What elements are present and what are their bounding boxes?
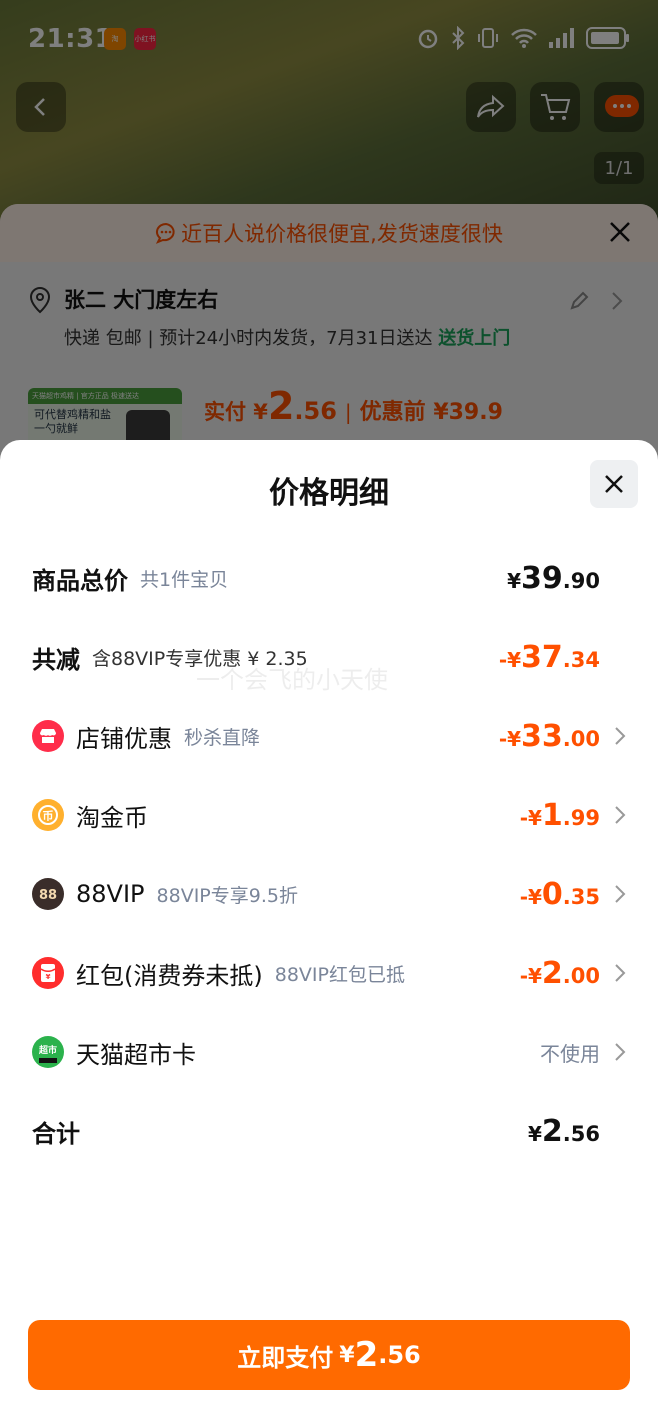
chevron-right-icon: [604, 726, 626, 746]
row-sub: 秒杀直降: [184, 726, 261, 749]
amount-int: 37: [521, 639, 563, 675]
row-label: 淘金币: [76, 803, 148, 832]
row-total-price: 商品总价 共1件宝贝 ¥39.90: [32, 558, 626, 598]
amount-currency: -¥: [498, 726, 522, 751]
pay-button-currency: ¥: [339, 1342, 355, 1368]
row-amount: ¥2.56: [528, 1114, 600, 1149]
row-taojinbi[interactable]: 币 淘金币 -¥ 1.99: [32, 795, 626, 835]
row-88vip[interactable]: 88 88VIP 88VIP专享9.5折 -¥ 0.35: [32, 874, 626, 914]
svg-text:88: 88: [39, 888, 57, 903]
amount-int: 2: [541, 955, 563, 991]
chevron-right-icon: [604, 963, 626, 983]
amount-currency: ¥: [507, 568, 522, 593]
pay-button-label: 立即支付: [237, 1343, 334, 1372]
row-shop-discount[interactable]: 店铺优惠 秒杀直降 -¥ 33.00: [32, 716, 626, 756]
amount-dec: .56: [562, 1121, 600, 1146]
row-sub: 88VIP红包已抵: [274, 963, 405, 986]
sheet-close-button[interactable]: [590, 460, 638, 508]
amount-int: 0: [541, 876, 563, 912]
watermark: 一个会飞的小天使: [196, 666, 388, 694]
amount-currency: -¥: [519, 805, 542, 830]
row-sub: 88VIP专享9.5折: [156, 884, 298, 907]
row-label: 88VIP: [76, 880, 145, 908]
amount-dec: .90: [562, 568, 600, 593]
row-label: 天猫超市卡: [76, 1040, 196, 1069]
amount-int: 1: [541, 797, 563, 833]
row-amount: -¥ 2.00: [520, 956, 600, 991]
chevron-right-icon: [604, 884, 626, 904]
pay-button-int: 2: [354, 1335, 379, 1375]
amount-int: 39: [521, 560, 563, 596]
svg-text:币: 币: [43, 810, 54, 823]
amount-int: 2: [541, 1113, 563, 1149]
home-indicator: [0, 1408, 658, 1416]
gold-coin-icon: 币: [32, 799, 64, 831]
close-icon: [605, 475, 623, 493]
row-sub: 共1件宝贝: [140, 568, 229, 591]
tmall-supermarket-icon: 超市: [32, 1036, 64, 1068]
shop-icon: [32, 720, 64, 752]
amount-dec: .34: [562, 647, 600, 672]
row-label: 店铺优惠: [76, 724, 172, 753]
svg-text:¥: ¥: [46, 973, 51, 981]
row-value: 不使用: [540, 1041, 600, 1066]
red-packet-icon: ¥: [32, 957, 64, 989]
row-tmall-card[interactable]: 超市 天猫超市卡 不使用: [32, 1032, 626, 1072]
88vip-icon: 88: [32, 878, 64, 910]
amount-currency: ¥: [528, 1121, 542, 1146]
pay-button-dec: .56: [378, 1341, 421, 1369]
row-label: 红包(消费券未抵): [76, 961, 263, 990]
amount-dec: .00: [562, 963, 600, 988]
row-red-packet[interactable]: ¥ 红包(消费券未抵) 88VIP红包已抵 -¥ 2.00: [32, 953, 626, 993]
sheet-title: 价格明细: [269, 476, 389, 511]
amount-dec: .35: [562, 884, 600, 909]
amount-currency: -¥: [519, 963, 542, 988]
amount-currency: -¥: [498, 647, 522, 672]
chevron-right-icon: [604, 805, 626, 825]
row-label: 共减: [32, 645, 80, 674]
pay-now-button[interactable]: 立即支付 ¥2.56: [28, 1320, 630, 1390]
chevron-right-icon: [604, 1042, 626, 1062]
row-amount: ¥39.90: [507, 561, 600, 596]
row-label: 商品总价: [32, 566, 128, 595]
amount-dec: .99: [562, 805, 600, 830]
row-amount: -¥ 33.00: [499, 719, 600, 754]
amount-currency: -¥: [519, 884, 542, 909]
row-sum: 合计 ¥2.56: [32, 1111, 626, 1151]
amount-dec: .00: [562, 726, 600, 751]
svg-text:超市: 超市: [38, 1044, 57, 1056]
row-amount: -¥ 0.35: [520, 877, 600, 912]
row-amount: -¥ 1.99: [520, 798, 600, 833]
row-amount: -¥ 37.34: [499, 640, 600, 675]
price-detail-sheet: 价格明细 商品总价 共1件宝贝 ¥39.90 共减 含88VIP专享优惠 ¥ 2…: [0, 440, 658, 1416]
amount-int: 33: [521, 718, 563, 754]
row-label: 合计: [32, 1119, 80, 1148]
